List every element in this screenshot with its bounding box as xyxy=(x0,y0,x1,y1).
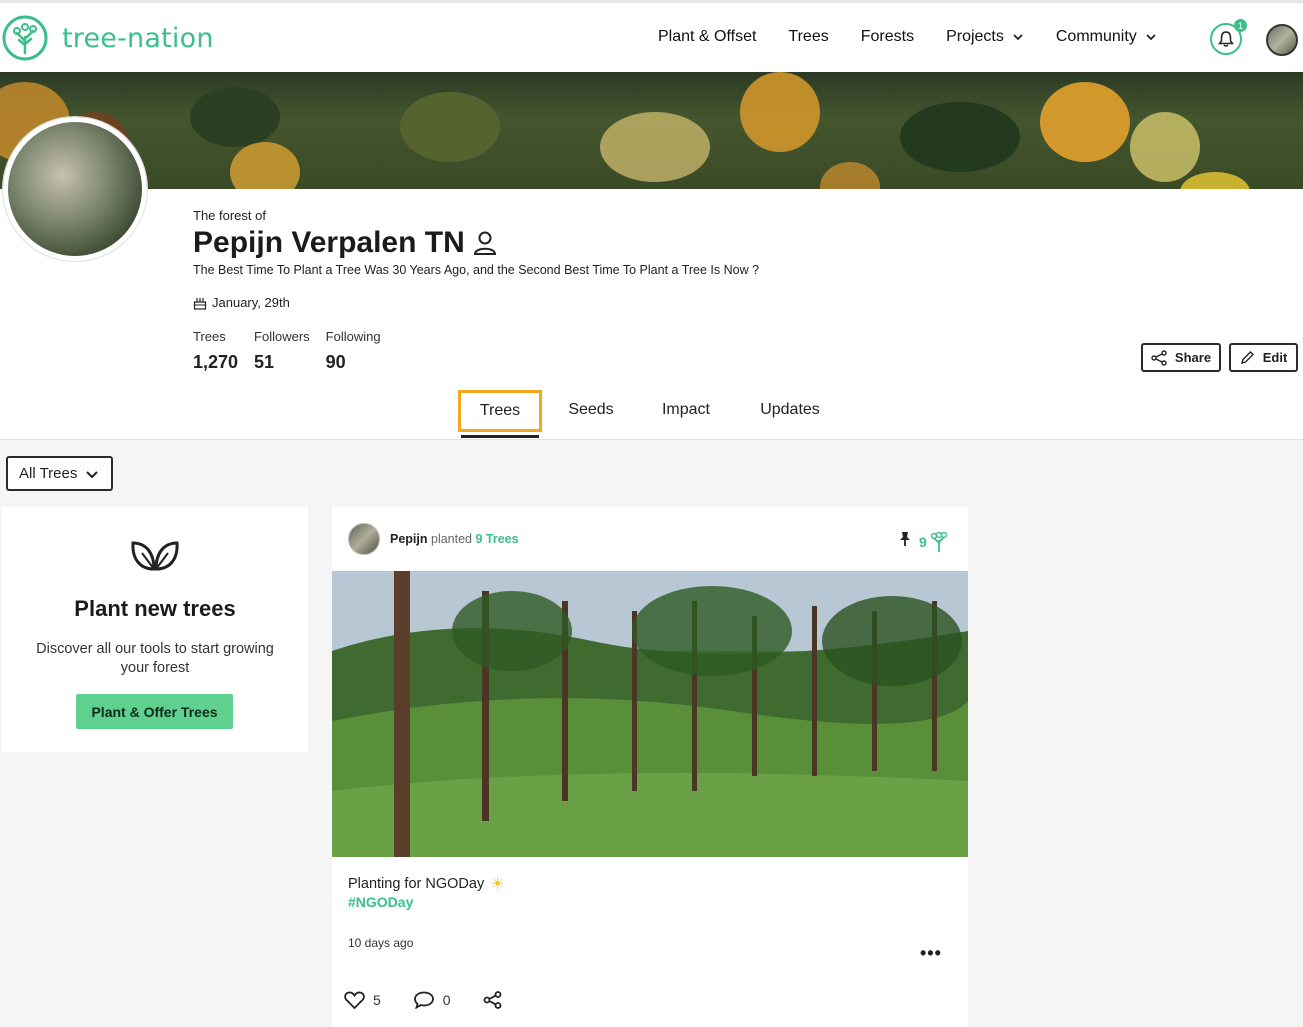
post-text: Planting for NGODay ☀ xyxy=(348,874,505,894)
nav-trees[interactable]: Trees xyxy=(788,28,828,46)
stat-following[interactable]: Following 90 xyxy=(326,329,381,373)
stat-followers[interactable]: Followers 51 xyxy=(254,329,310,373)
post-hashtag[interactable]: #NGODay xyxy=(348,894,413,910)
profile-stats: Trees 1,270 Followers 51 Following 90 xyxy=(193,329,397,373)
stat-value: 51 xyxy=(254,352,275,372)
tab-seeds[interactable]: Seeds xyxy=(542,390,640,432)
share-button[interactable]: Share xyxy=(1141,343,1221,372)
filter-label: All Trees xyxy=(19,465,78,482)
main-nav: Plant & Offset Trees Forests Projects Co… xyxy=(658,28,1189,46)
post-author-avatar[interactable] xyxy=(348,523,380,555)
trees-filter-dropdown[interactable]: All Trees xyxy=(6,456,113,491)
leaves-icon xyxy=(131,541,179,571)
post-time: 10 days ago xyxy=(348,936,414,950)
tab-trees[interactable]: Trees xyxy=(458,390,542,438)
pencil-icon xyxy=(1240,351,1254,365)
plant-new-trees-card: Plant new trees Discover all our tools t… xyxy=(2,507,308,752)
notification-badge: 1 xyxy=(1234,19,1247,32)
user-avatar[interactable] xyxy=(1266,24,1298,56)
birthday-cake-icon xyxy=(193,297,207,310)
chevron-down-icon xyxy=(86,470,99,478)
heart-icon xyxy=(344,991,365,1009)
nav-label: Forests xyxy=(860,28,915,45)
stat-value: 90 xyxy=(325,352,346,372)
stat-label: Following xyxy=(325,329,381,344)
forest-photo-illustration xyxy=(332,571,968,857)
stat-label: Followers xyxy=(254,329,310,344)
tab-impact[interactable]: Impact xyxy=(640,390,732,432)
nav-label: Projects xyxy=(946,28,1004,45)
bell-icon xyxy=(1217,31,1235,47)
profile-avatar xyxy=(3,117,147,261)
top-navbar: tree-nation Plant & Offset Trees Forests… xyxy=(0,0,1303,72)
post-photo[interactable] xyxy=(332,571,968,857)
plant-card-title: Plant new trees xyxy=(74,596,236,621)
tab-updates[interactable]: Updates xyxy=(732,390,848,432)
sun-icon: ☀ xyxy=(490,876,505,893)
chevron-down-icon xyxy=(1013,34,1023,41)
chevron-down-icon xyxy=(1146,34,1156,41)
profile-banner xyxy=(0,72,1303,189)
nav-label: Plant & Offset xyxy=(658,28,757,45)
comment-button[interactable]: 0 xyxy=(413,991,451,1009)
stat-trees[interactable]: Trees 1,270 xyxy=(193,329,238,373)
post-action: planted xyxy=(431,532,473,546)
share-icon xyxy=(483,991,501,1009)
share-icon xyxy=(1151,349,1167,366)
post-tree-count: 9 xyxy=(919,531,948,553)
post-author[interactable]: Pepijn xyxy=(390,532,428,546)
profile-tabs: Trees Seeds Impact Updates xyxy=(458,390,848,438)
like-count: 5 xyxy=(373,992,381,1008)
nav-label: Community xyxy=(1055,28,1137,45)
user-icon xyxy=(473,231,496,255)
nav-label: Trees xyxy=(788,28,829,45)
like-button[interactable]: 5 xyxy=(344,991,381,1009)
tree-count-value: 9 xyxy=(919,534,927,550)
tree-icon xyxy=(930,531,948,552)
logo-text: tree-nation xyxy=(62,22,214,54)
plant-offer-trees-button[interactable]: Plant & Offer Trees xyxy=(76,694,233,729)
stat-label: Trees xyxy=(193,329,226,344)
nav-projects[interactable]: Projects xyxy=(946,28,1024,46)
forest-of-label: The forest of xyxy=(193,208,266,223)
post-trees-link[interactable]: 9 Trees xyxy=(476,532,519,546)
edit-label: Edit xyxy=(1262,350,1288,365)
comment-count: 0 xyxy=(442,992,451,1008)
plant-card-description: Discover all our tools to start growing … xyxy=(36,641,274,676)
post-caption: Planting for NGODay xyxy=(348,876,485,892)
share-label: Share xyxy=(1174,350,1212,365)
post-header: Pepijn planted 9 Trees xyxy=(390,532,519,546)
stat-value: 1,270 xyxy=(193,352,239,372)
tree-post-card: Pepijn planted 9 Trees 9 Planting for NG… xyxy=(332,507,968,1027)
more-options-icon[interactable]: ••• xyxy=(920,943,942,964)
profile-bio: The Best Time To Plant a Tree Was 30 Yea… xyxy=(193,263,760,277)
post-actions: 5 0 xyxy=(344,991,543,1009)
post-share-button[interactable] xyxy=(483,991,511,1009)
pin-icon[interactable] xyxy=(898,531,912,547)
nav-community[interactable]: Community xyxy=(1056,28,1157,46)
edit-button[interactable]: Edit xyxy=(1229,343,1298,372)
nav-plant-offset[interactable]: Plant & Offset xyxy=(658,28,756,46)
tree-nation-logo-icon xyxy=(2,15,48,61)
comment-icon xyxy=(413,991,434,1009)
profile-name: Pepijn Verpalen TN xyxy=(193,226,497,260)
nav-forests[interactable]: Forests xyxy=(861,28,914,46)
profile-date: January, 29th xyxy=(193,295,290,310)
profile-name-text: Pepijn Verpalen TN xyxy=(193,226,465,259)
profile-date-text: January, 29th xyxy=(212,295,290,310)
logo[interactable]: tree-nation xyxy=(2,15,214,61)
